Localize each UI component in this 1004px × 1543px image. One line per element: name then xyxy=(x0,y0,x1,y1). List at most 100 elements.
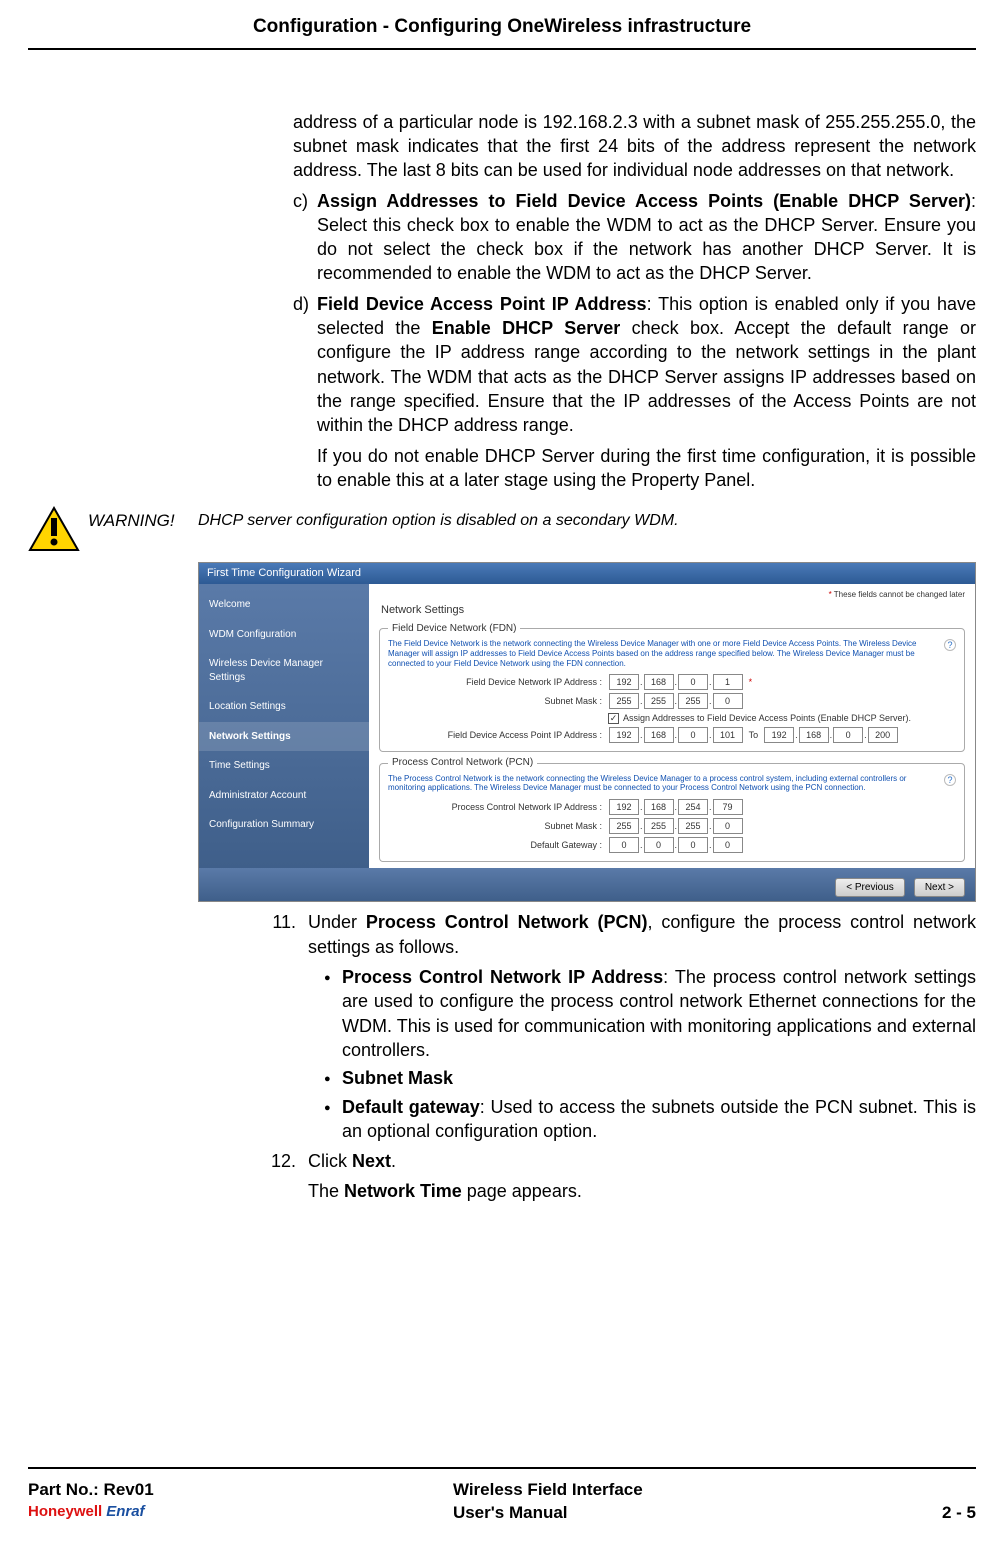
ip-segment[interactable]: 79 xyxy=(713,799,743,815)
step12-sub-a: The xyxy=(308,1181,344,1201)
pcn-ip-label: Process Control Network IP Address : xyxy=(388,801,608,813)
ip-segment[interactable]: 1 xyxy=(713,674,743,690)
page-content: address of a particular node is 192.168.… xyxy=(0,50,1004,1204)
ip-segment[interactable]: 192 xyxy=(609,727,639,743)
bullet-dot xyxy=(324,965,342,1062)
ip-segment[interactable]: 0 xyxy=(678,674,708,690)
ip-segment[interactable]: 254 xyxy=(678,799,708,815)
step12-c: . xyxy=(391,1151,396,1171)
bullet-dot xyxy=(324,1095,342,1144)
wizard-main: * These fields cannot be changed later N… xyxy=(369,584,975,868)
wizard-nav-item[interactable]: Time Settings xyxy=(199,751,369,781)
fdn-ip-label: Field Device Network IP Address : xyxy=(388,676,608,688)
ip-segment[interactable]: 0 xyxy=(609,837,639,853)
item-c-title: Assign Addresses to Field Device Access … xyxy=(317,191,971,211)
list-item-c: c) Assign Addresses to Field Device Acce… xyxy=(293,189,976,286)
page-number: 2 - 5 xyxy=(942,1502,976,1525)
item-d-subpara: If you do not enable DHCP Server during … xyxy=(317,444,976,493)
fdn-fieldset: Field Device Network (FDN) ? The Field D… xyxy=(379,622,965,752)
ip-segment[interactable]: 255 xyxy=(644,693,674,709)
wizard-nav-item[interactable]: Administrator Account xyxy=(199,781,369,811)
ip-segment[interactable]: 255 xyxy=(644,818,674,834)
list-marker: c) xyxy=(293,189,317,286)
list-marker: d) xyxy=(293,292,317,492)
ip-segment[interactable]: 0 xyxy=(713,818,743,834)
intro-paragraph: address of a particular node is 192.168.… xyxy=(293,110,976,183)
ip-segment[interactable]: 192 xyxy=(609,674,639,690)
bullet-title: Subnet Mask xyxy=(342,1068,453,1088)
previous-button[interactable]: < Previous xyxy=(835,878,905,898)
ip-segment[interactable]: 101 xyxy=(713,727,743,743)
ip-segment[interactable]: 255 xyxy=(609,693,639,709)
ip-segment[interactable]: 200 xyxy=(868,727,898,743)
next-button[interactable]: Next > xyxy=(914,878,965,898)
wizard-nav-item[interactable]: Location Settings xyxy=(199,692,369,722)
step-11: 11. Under Process Control Network (PCN),… xyxy=(268,910,976,1143)
step-12: 12. Click Next. The Network Time page ap… xyxy=(268,1149,976,1204)
step12-a: Click xyxy=(308,1151,352,1171)
fdn-mask-label: Subnet Mask : xyxy=(388,695,608,707)
ip-segment[interactable]: 192 xyxy=(609,799,639,815)
step11-a: Under xyxy=(308,912,366,932)
ip-segment[interactable]: 168 xyxy=(644,727,674,743)
ip-segment[interactable]: 0 xyxy=(833,727,863,743)
ip-segment[interactable]: 0 xyxy=(678,837,708,853)
brand-logo: Honeywell Enraf xyxy=(28,1502,154,1522)
list-item-d: d) Field Device Access Point IP Address:… xyxy=(293,292,976,492)
step12-sub-b: Network Time xyxy=(344,1181,462,1201)
step12-b: Next xyxy=(352,1151,391,1171)
wizard-nav-item[interactable]: Welcome xyxy=(199,590,369,620)
ip-segment[interactable]: 255 xyxy=(609,818,639,834)
required-note: These fields cannot be changed later xyxy=(834,590,965,599)
help-icon[interactable]: ? xyxy=(944,774,956,786)
pcn-mask-label: Subnet Mask : xyxy=(388,820,608,832)
step11-b: Process Control Network (PCN) xyxy=(366,912,648,932)
bullet-title: Default gateway xyxy=(342,1097,480,1117)
step-number: 11. xyxy=(268,910,308,1143)
ip-segment[interactable]: 192 xyxy=(764,727,794,743)
ip-segment[interactable]: 168 xyxy=(644,674,674,690)
bullet-item: Default gateway: Used to access the subn… xyxy=(324,1095,976,1144)
logo-enraf: Enraf xyxy=(106,1502,144,1522)
bullet-item: Process Control Network IP Address: The … xyxy=(324,965,976,1062)
pcn-legend: Process Control Network (PCN) xyxy=(388,756,537,770)
wizard-nav-item[interactable]: Configuration Summary xyxy=(199,810,369,840)
footer-title-2: User's Manual xyxy=(453,1502,643,1525)
warning-label: WARNING! xyxy=(88,506,198,533)
ip-segment[interactable]: 0 xyxy=(678,727,708,743)
step12-sub-c: page appears. xyxy=(462,1181,582,1201)
wizard-nav-item[interactable]: Network Settings xyxy=(199,722,369,752)
warning-text: DHCP server configuration option is disa… xyxy=(198,506,976,532)
ip-segment[interactable]: 255 xyxy=(678,693,708,709)
item-d-bold2: Enable DHCP Server xyxy=(432,318,620,338)
ip-segment[interactable]: 255 xyxy=(678,818,708,834)
footer-title-1: Wireless Field Interface xyxy=(453,1479,643,1502)
fdn-desc: The Field Device Network is the network … xyxy=(388,639,956,668)
wizard-nav-item[interactable]: Wireless Device Manager Settings xyxy=(199,649,369,692)
bullet-title: Process Control Network IP Address xyxy=(342,967,663,987)
bullet-item: Subnet Mask xyxy=(324,1066,976,1090)
ip-segment[interactable]: 0 xyxy=(713,693,743,709)
wizard-nav-item[interactable]: WDM Configuration xyxy=(199,620,369,650)
page-footer: Part No.: Rev01 Honeywell Enraf Wireless… xyxy=(28,1467,976,1525)
dhcp-checkbox[interactable]: ✓ xyxy=(608,713,619,724)
warning-block: WARNING! DHCP server configuration optio… xyxy=(28,506,976,558)
ip-segment[interactable]: 0 xyxy=(713,837,743,853)
ip-segment[interactable]: 168 xyxy=(799,727,829,743)
ip-segment[interactable]: 168 xyxy=(644,799,674,815)
logo-honeywell: Honeywell xyxy=(28,1502,102,1522)
wizard-nav: WelcomeWDM ConfigurationWireless Device … xyxy=(199,584,369,868)
step-number: 12. xyxy=(268,1149,308,1204)
part-number: Part No.: Rev01 xyxy=(28,1479,154,1502)
fdn-legend: Field Device Network (FDN) xyxy=(388,622,520,636)
fdn-range-label: Field Device Access Point IP Address : xyxy=(388,729,608,741)
warning-icon xyxy=(28,506,88,558)
pcn-gw-label: Default Gateway : xyxy=(388,839,608,851)
wizard-footer: < Previous Next > xyxy=(199,868,975,902)
ip-segment[interactable]: 0 xyxy=(644,837,674,853)
pcn-desc: The Process Control Network is the netwo… xyxy=(388,774,956,793)
page-header: Configuration - Configuring OneWireless … xyxy=(28,0,976,50)
bullet-dot xyxy=(324,1066,342,1090)
wizard-titlebar: First Time Configuration Wizard xyxy=(199,563,975,584)
pcn-fieldset: Process Control Network (PCN) ? The Proc… xyxy=(379,756,965,862)
